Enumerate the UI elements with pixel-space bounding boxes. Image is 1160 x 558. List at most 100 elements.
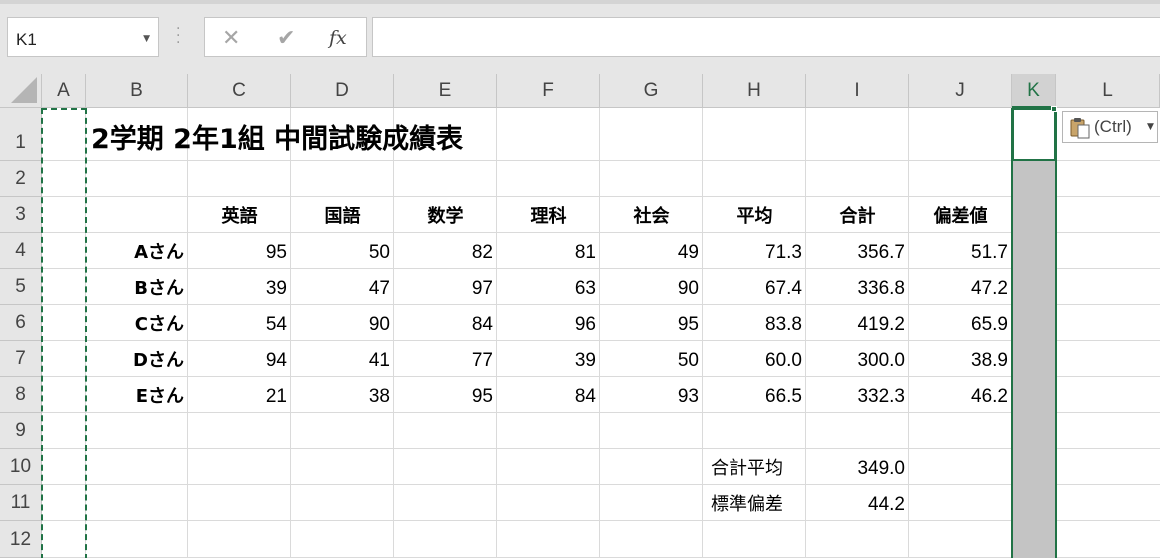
insert-function-icon[interactable]: fx — [329, 27, 347, 49]
score-cell[interactable]: 46.2 — [909, 377, 1012, 413]
column-header-e[interactable]: E — [394, 74, 497, 108]
grid-line — [42, 484, 1160, 485]
column-header-k[interactable]: K — [1012, 74, 1056, 108]
column-label-cell[interactable]: 英語 — [188, 197, 291, 233]
score-cell[interactable]: 39 — [188, 269, 291, 305]
column-header-h[interactable]: H — [703, 74, 806, 108]
score-cell[interactable]: 41 — [291, 341, 394, 377]
row-header-5[interactable]: 5 — [0, 269, 42, 305]
column-label-cell[interactable]: 偏差値 — [909, 197, 1012, 233]
row-header-12[interactable]: 12 — [0, 521, 42, 558]
row-header-4[interactable]: 4 — [0, 233, 42, 269]
score-cell[interactable]: 90 — [291, 305, 394, 341]
score-cell[interactable]: 93 — [600, 377, 703, 413]
student-name-cell[interactable]: Bさん — [86, 269, 188, 305]
chevron-down-icon[interactable]: ▼ — [143, 34, 150, 44]
score-cell[interactable]: 96 — [497, 305, 600, 341]
score-cell[interactable]: 94 — [188, 341, 291, 377]
score-cell[interactable]: 83.8 — [703, 305, 806, 341]
score-cell[interactable]: 49 — [600, 233, 703, 269]
cancel-icon[interactable]: ✕ — [222, 26, 240, 51]
column-header-c[interactable]: C — [188, 74, 291, 108]
column-label-cell[interactable]: 平均 — [703, 197, 806, 233]
column-header-f[interactable]: F — [497, 74, 600, 108]
column-header-d[interactable]: D — [291, 74, 394, 108]
row-header-2[interactable]: 2 — [0, 161, 42, 197]
row-header-11[interactable]: 11 — [0, 485, 42, 521]
student-name-cell[interactable]: Dさん — [86, 341, 188, 377]
row-header-9[interactable]: 9 — [0, 413, 42, 449]
score-cell[interactable]: 356.7 — [806, 233, 909, 269]
score-cell[interactable]: 95 — [394, 377, 497, 413]
column-header-g[interactable]: G — [600, 74, 703, 108]
score-cell[interactable]: 336.8 — [806, 269, 909, 305]
score-cell[interactable]: 67.4 — [703, 269, 806, 305]
score-cell[interactable]: 97 — [394, 269, 497, 305]
column-header-i[interactable]: I — [806, 74, 909, 108]
chevron-down-icon[interactable]: ▼ — [1147, 122, 1154, 132]
row-header-8[interactable]: 8 — [0, 377, 42, 413]
score-cell[interactable]: 71.3 — [703, 233, 806, 269]
student-name-cell[interactable]: Aさん — [86, 233, 188, 269]
score-cell[interactable]: 82 — [394, 233, 497, 269]
summary-value-cell[interactable]: 349.0 — [806, 449, 909, 485]
score-cell[interactable]: 39 — [497, 341, 600, 377]
score-cell[interactable]: 38.9 — [909, 341, 1012, 377]
name-box-value: K1 — [16, 30, 37, 49]
student-name-cell[interactable]: Eさん — [86, 377, 188, 413]
column-label-cell[interactable]: 国語 — [291, 197, 394, 233]
column-header-b[interactable]: B — [86, 74, 188, 108]
score-cell[interactable]: 38 — [291, 377, 394, 413]
score-cell[interactable]: 50 — [291, 233, 394, 269]
score-cell[interactable]: 90 — [600, 269, 703, 305]
score-cell[interactable]: 95 — [600, 305, 703, 341]
select-all-icon — [11, 77, 37, 103]
ribbon-divider — [0, 0, 1160, 4]
fill-handle[interactable] — [1051, 106, 1057, 112]
score-cell[interactable]: 47 — [291, 269, 394, 305]
paste-options-button[interactable]: (Ctrl) ▼ — [1062, 111, 1158, 143]
select-all-button[interactable] — [0, 74, 42, 108]
row-header-1[interactable]: 1 — [0, 108, 42, 161]
summary-label-cell[interactable]: 合計平均 — [703, 449, 813, 485]
score-cell[interactable]: 47.2 — [909, 269, 1012, 305]
sheet-title[interactable]: 2学期 2年1組 中間試験成績表 — [91, 117, 463, 156]
column-header-a[interactable]: A — [42, 74, 86, 108]
row-header-10[interactable]: 10 — [0, 449, 42, 485]
column-header-j[interactable]: J — [909, 74, 1012, 108]
row-header-3[interactable]: 3 — [0, 197, 42, 233]
score-cell[interactable]: 84 — [497, 377, 600, 413]
column-label-cell[interactable]: 数学 — [394, 197, 497, 233]
paste-options-label: (Ctrl) — [1094, 117, 1132, 136]
score-cell[interactable]: 65.9 — [909, 305, 1012, 341]
score-cell[interactable]: 63 — [497, 269, 600, 305]
score-cell[interactable]: 51.7 — [909, 233, 1012, 269]
score-cell[interactable]: 419.2 — [806, 305, 909, 341]
score-cell[interactable]: 332.3 — [806, 377, 909, 413]
score-cell[interactable]: 21 — [188, 377, 291, 413]
selection-outline — [1011, 108, 1057, 558]
score-cell[interactable]: 50 — [600, 341, 703, 377]
column-header-l[interactable]: L — [1056, 74, 1160, 108]
column-label-cell[interactable]: 社会 — [600, 197, 703, 233]
score-cell[interactable]: 81 — [497, 233, 600, 269]
summary-value-cell[interactable]: 44.2 — [806, 485, 909, 521]
formula-input[interactable] — [372, 17, 1160, 57]
enter-check-icon[interactable]: ✔ — [277, 26, 295, 51]
score-cell[interactable]: 60.0 — [703, 341, 806, 377]
column-label-cell[interactable]: 理科 — [497, 197, 600, 233]
score-cell[interactable]: 66.5 — [703, 377, 806, 413]
column-label-cell[interactable]: 合計 — [806, 197, 909, 233]
summary-label-cell[interactable]: 標準偏差 — [703, 485, 813, 521]
student-name-cell[interactable]: Cさん — [86, 305, 188, 341]
row-header-6[interactable]: 6 — [0, 305, 42, 341]
score-cell[interactable]: 300.0 — [806, 341, 909, 377]
score-cell[interactable]: 84 — [394, 305, 497, 341]
row-header-7[interactable]: 7 — [0, 341, 42, 377]
grid-line — [42, 520, 1160, 521]
score-cell[interactable]: 95 — [188, 233, 291, 269]
score-cell[interactable]: 77 — [394, 341, 497, 377]
score-cell[interactable]: 54 — [188, 305, 291, 341]
drag-handle-icon[interactable]: · · · — [176, 22, 180, 50]
name-box[interactable]: K1 ▼ — [7, 17, 159, 57]
